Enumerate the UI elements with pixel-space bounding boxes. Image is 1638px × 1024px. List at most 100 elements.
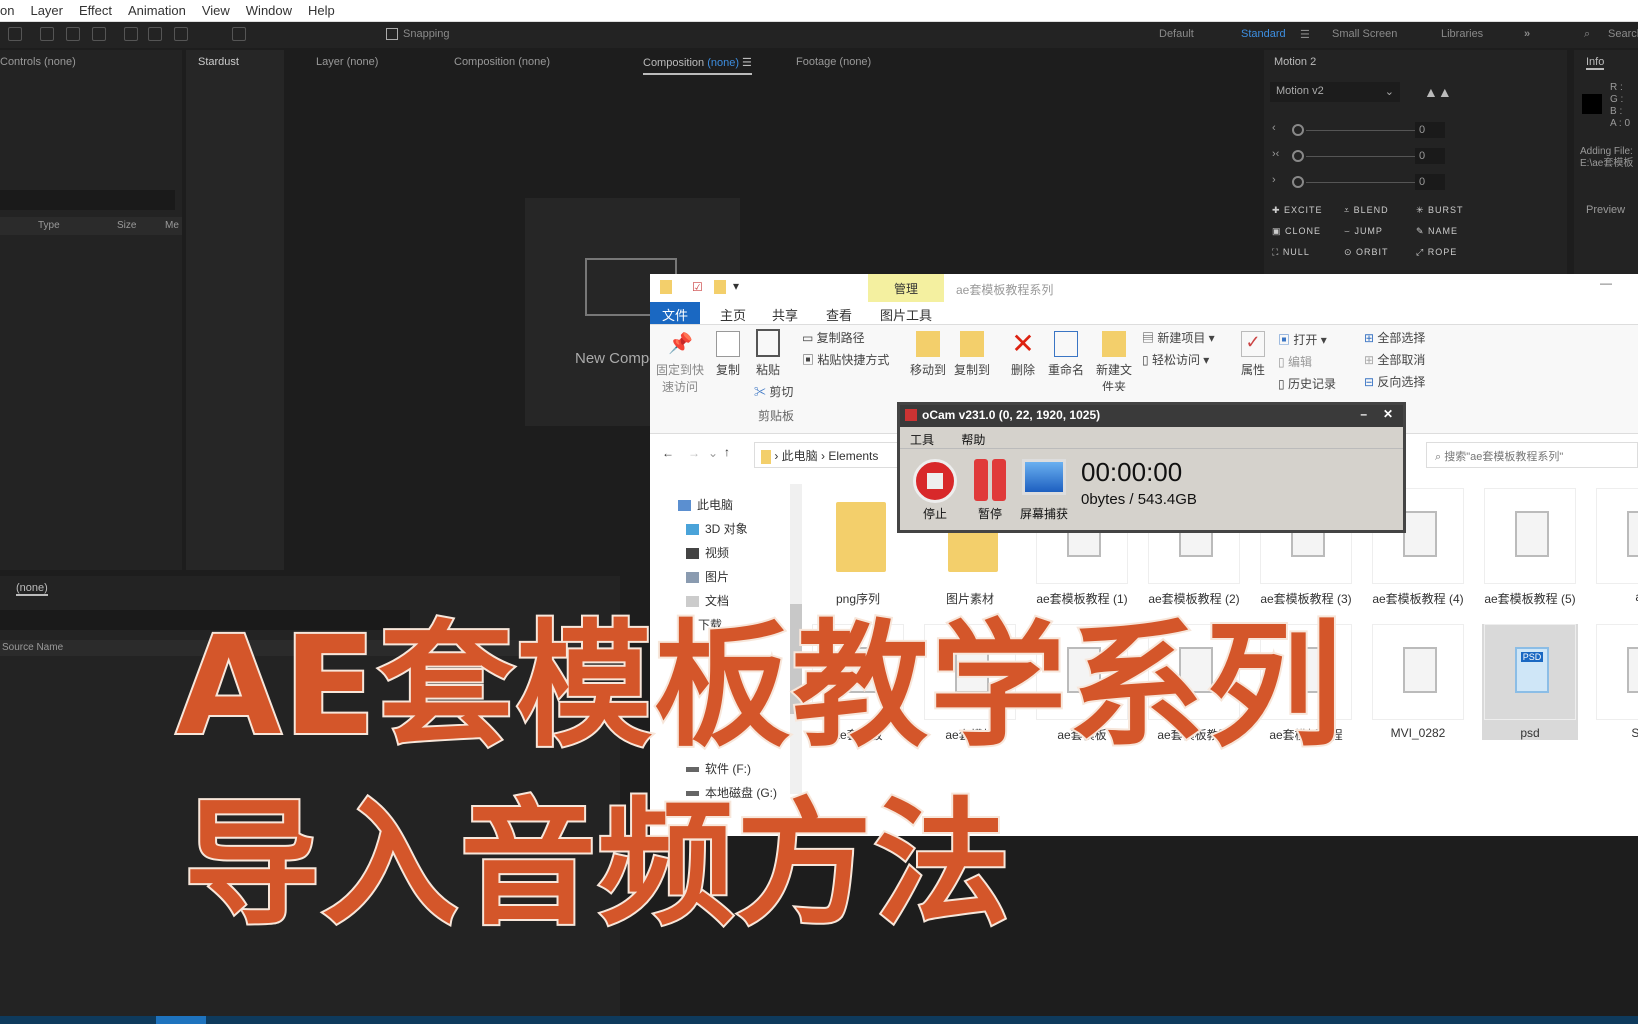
nav-videos[interactable]: 视频: [686, 544, 729, 561]
tab-home[interactable]: 主页: [720, 305, 746, 324]
tab-file[interactable]: 文件: [650, 302, 700, 324]
stamp-tool-icon[interactable]: [148, 27, 162, 41]
name-button[interactable]: ✎ NAME: [1416, 226, 1488, 237]
orbit-button[interactable]: ⊙ ORBIT: [1344, 247, 1416, 258]
tab-composition-active[interactable]: Composition (none) ☰: [643, 56, 752, 75]
tab-footage[interactable]: Footage (none): [796, 56, 871, 68]
rope-button[interactable]: ⤢ ROPE: [1416, 247, 1488, 258]
tab-layer[interactable]: Layer (none): [316, 56, 378, 68]
nav-pictures[interactable]: 图片: [686, 568, 729, 585]
minimize-button[interactable]: —: [1600, 276, 1612, 290]
new-item-button[interactable]: ▤ 新建项目 ▾: [1142, 329, 1215, 346]
menu-item[interactable]: Window: [246, 3, 292, 18]
more-workspaces-icon[interactable]: »: [1524, 28, 1530, 40]
nav-this-pc[interactable]: 此电脑: [678, 496, 733, 513]
menu-item[interactable]: Layer: [30, 3, 63, 18]
menu-tools[interactable]: 工具: [910, 433, 934, 447]
menu-item[interactable]: Animation: [128, 3, 186, 18]
up-button[interactable]: ↑: [724, 445, 730, 459]
pin-button[interactable]: 📌 固定到快速访问: [654, 331, 706, 395]
select-all-button[interactable]: ⊞ 全部选择: [1364, 329, 1425, 346]
workspace-libraries[interactable]: Libraries: [1441, 28, 1483, 40]
preset-dropdown[interactable]: Motion v2 ⌄: [1270, 82, 1400, 102]
paste-button[interactable]: 粘贴: [750, 329, 786, 378]
stop-button[interactable]: 停止: [912, 459, 958, 522]
slider-value[interactable]: 0: [1415, 174, 1445, 190]
file-item[interactable]: ae套模板教程 (5): [1482, 488, 1578, 607]
back-button[interactable]: ←: [662, 446, 674, 460]
file-item[interactable]: png序列: [810, 488, 906, 607]
copy-button[interactable]: 复制: [710, 331, 746, 378]
blend-button[interactable]: ⩡ BLEND: [1344, 205, 1416, 216]
recent-dropdown[interactable]: ⌄: [708, 446, 718, 460]
brush-tool-icon[interactable]: [124, 27, 138, 41]
timeline-tab[interactable]: (none): [16, 582, 48, 596]
nav-documents[interactable]: 文档: [686, 592, 729, 609]
new-folder-quick-icon[interactable]: [714, 280, 726, 294]
tool-icon[interactable]: [40, 27, 54, 41]
slider-value[interactable]: 0: [1415, 122, 1445, 138]
tab-effect-controls[interactable]: Controls (none): [0, 56, 76, 68]
pen-tool-icon[interactable]: [66, 27, 80, 41]
tab-stardust[interactable]: Stardust: [198, 56, 239, 68]
eraser-tool-icon[interactable]: [174, 27, 188, 41]
new-folder-button[interactable]: 新建文件夹: [1096, 331, 1132, 391]
invert-selection-button[interactable]: ⊟ 反向选择: [1364, 373, 1425, 390]
tab-view[interactable]: 查看: [826, 305, 852, 324]
column-type[interactable]: Type: [38, 220, 60, 231]
paste-shortcut-button[interactable]: ▣ 粘贴快捷方式: [802, 351, 889, 368]
tab-picture-tools[interactable]: 图片工具: [880, 305, 932, 324]
null-button[interactable]: ⛶ NULL: [1272, 247, 1344, 258]
quick-access-dropdown[interactable]: ▾: [733, 279, 739, 293]
tab-share[interactable]: 共享: [772, 305, 798, 324]
search-box[interactable]: ⌕ 搜索"ae套模板教程系列": [1426, 442, 1638, 468]
tab-info[interactable]: Info: [1586, 56, 1605, 70]
tab-composition[interactable]: Composition (none): [454, 56, 550, 68]
select-none-button[interactable]: ⊞ 全部取消: [1364, 351, 1425, 368]
easy-access-button[interactable]: ▯ 轻松访问 ▾: [1142, 351, 1209, 368]
menu-icon[interactable]: ☰: [1300, 28, 1310, 41]
close-button[interactable]: ✕: [1383, 407, 1393, 421]
puppet-tool-icon[interactable]: [232, 27, 246, 41]
copy-to-button[interactable]: 复制到: [952, 331, 992, 378]
menu-help[interactable]: 帮助: [961, 433, 985, 447]
project-search-input[interactable]: [0, 190, 175, 210]
pause-button[interactable]: 暂停: [970, 459, 1010, 522]
properties-quick-icon[interactable]: ☑: [692, 280, 703, 294]
type-tool-icon[interactable]: [92, 27, 106, 41]
excite-button[interactable]: ✚ EXCITE: [1272, 205, 1344, 216]
slider-handle[interactable]: [1292, 150, 1304, 162]
workspace-standard[interactable]: Standard: [1241, 28, 1286, 40]
forward-button[interactable]: →: [688, 446, 700, 460]
search-help-label[interactable]: Search: [1608, 28, 1638, 40]
minimize-button[interactable]: –: [1360, 407, 1367, 421]
cut-button[interactable]: ✂ 剪切: [754, 383, 793, 400]
column-size[interactable]: Size: [117, 220, 136, 231]
open-button[interactable]: ▣ 打开 ▾: [1278, 331, 1327, 348]
menu-item[interactable]: View: [202, 3, 230, 18]
file-item[interactable]: MVI_0282: [1370, 624, 1466, 740]
manage-tab[interactable]: 管理: [868, 274, 944, 302]
file-item[interactable]: PSD psd: [1482, 624, 1578, 740]
edit-button[interactable]: ▯ 编辑: [1278, 353, 1312, 370]
history-button[interactable]: ▯ 历史记录: [1278, 375, 1336, 392]
file-item[interactable]: ae: [1594, 488, 1638, 604]
menu-item[interactable]: on: [0, 3, 14, 18]
column-media[interactable]: Me: [165, 220, 179, 231]
jump-button[interactable]: ⌣ JUMP: [1344, 226, 1416, 237]
tab-motion[interactable]: Motion 2: [1274, 56, 1316, 68]
slider-handle[interactable]: [1292, 176, 1304, 188]
menu-item[interactable]: Help: [308, 3, 335, 18]
screen-capture-button[interactable]: 屏幕捕获: [1018, 459, 1070, 522]
snapping-checkbox[interactable]: [386, 28, 398, 40]
slider-handle[interactable]: [1292, 124, 1304, 136]
search-icon[interactable]: ⌕: [1584, 28, 1590, 41]
clone-button[interactable]: ▣ CLONE: [1272, 226, 1344, 237]
burst-button[interactable]: ✳ BURST: [1416, 205, 1488, 216]
delete-button[interactable]: ✕ 删除: [1006, 330, 1040, 378]
nav-3d-objects[interactable]: 3D 对象: [686, 520, 748, 537]
tab-preview[interactable]: Preview: [1586, 204, 1625, 216]
menu-item[interactable]: Effect: [79, 3, 112, 18]
rename-button[interactable]: 重命名: [1044, 331, 1088, 378]
workspace-default[interactable]: Default: [1159, 28, 1194, 40]
